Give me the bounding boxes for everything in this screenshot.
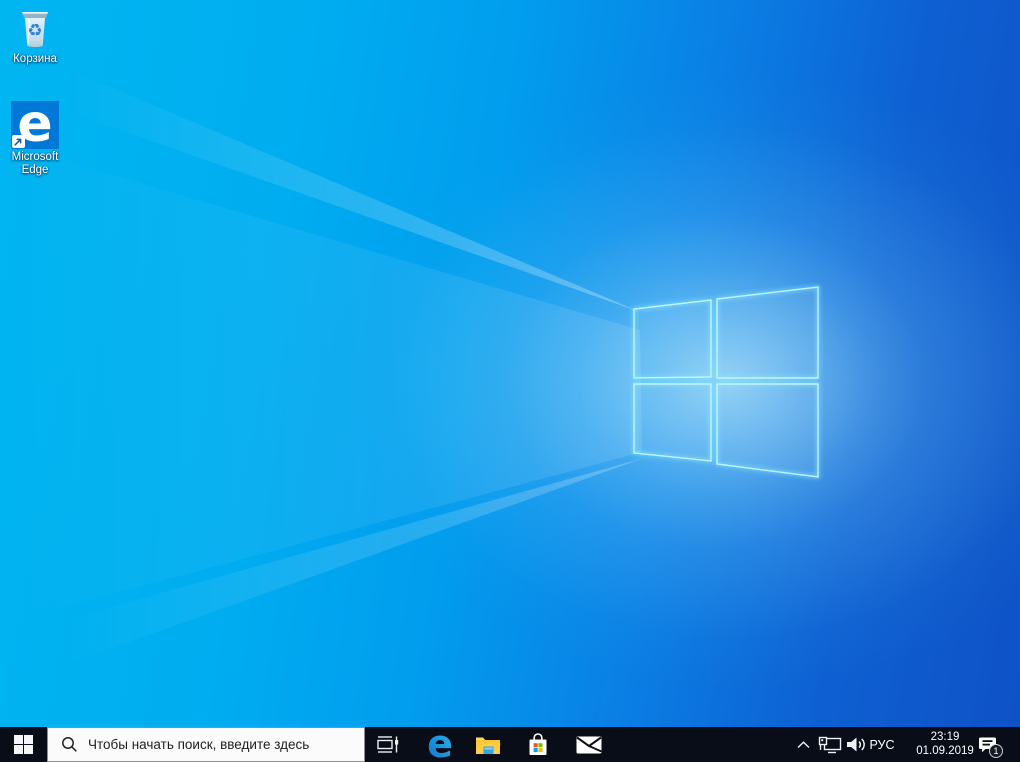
file-explorer-button[interactable] [468, 727, 508, 762]
microsoft-store-button[interactable] [518, 727, 558, 762]
clock-date: 01.09.2019 [916, 744, 974, 757]
network-ethernet-icon [818, 736, 842, 753]
file-explorer-icon [475, 737, 501, 754]
windows-start-icon [14, 735, 33, 754]
taskbar-search-box[interactable] [47, 727, 365, 762]
network-tray-button[interactable] [817, 727, 843, 762]
action-center-button[interactable]: 1 [971, 727, 1003, 762]
chevron-up-icon [797, 740, 809, 748]
edge-icon-letter: e [427, 730, 453, 760]
wallpaper-windows-logo-art [0, 40, 1020, 688]
volume-icon [846, 737, 865, 752]
taskbar: e [0, 727, 1020, 762]
clock-time: 23:19 [930, 731, 960, 743]
language-indicator[interactable]: РУС [865, 727, 899, 762]
start-button[interactable] [0, 727, 47, 762]
search-icon [62, 737, 77, 752]
mail-icon [576, 736, 602, 753]
store-icon [529, 733, 547, 755]
task-view-button[interactable] [370, 727, 406, 762]
shortcut-arrow-icon [12, 135, 25, 148]
desktop-wallpaper[interactable] [0, 0, 1020, 727]
edge-icon: e [427, 730, 453, 760]
mail-button[interactable] [569, 727, 609, 762]
edge-icon: e [11, 98, 59, 150]
windows-desktop: ♻ Корзина e Microsoft Edge Чтобы начать … [0, 0, 1020, 762]
notification-count-badge: 1 [989, 744, 1003, 758]
desktop-icon-label: Корзина [13, 53, 57, 65]
recycle-symbol-glyph: ♻ [27, 21, 42, 41]
edge-taskbar-button[interactable]: e [420, 727, 460, 762]
task-view-icon [377, 736, 399, 753]
desktop-icon-recycle-bin[interactable]: ♻ Корзина [0, 5, 70, 66]
desktop-icon-microsoft-edge[interactable]: e Microsoft Edge [0, 98, 70, 177]
recycle-bin-icon: ♻ [22, 12, 48, 47]
search-input[interactable] [88, 737, 364, 752]
desktop-icon-label: Microsoft Edge [11, 151, 59, 176]
tray-expand-button[interactable] [792, 727, 814, 762]
